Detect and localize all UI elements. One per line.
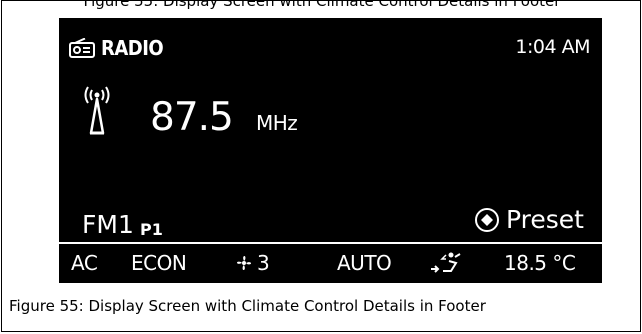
fan-icon bbox=[236, 255, 252, 271]
radio-display-screen: RADIO 1:04 AM 87.5 MHz FM1 P1 Preset AC bbox=[59, 18, 602, 283]
ac-indicator: AC bbox=[71, 251, 98, 275]
temperature-indicator: 18.5 °C bbox=[504, 251, 576, 275]
figure-frame: Figure 55: Display Screen with Climate C… bbox=[1, 0, 641, 332]
frequency-unit: MHz bbox=[256, 111, 298, 135]
source-label: RADIO bbox=[101, 36, 164, 60]
fan-speed-value: 3 bbox=[257, 251, 270, 275]
footer-divider bbox=[59, 242, 602, 244]
preset-number: P1 bbox=[140, 220, 163, 239]
econ-indicator: ECON bbox=[131, 251, 187, 275]
frequency-value: 87.5 bbox=[150, 95, 234, 140]
climate-footer: AC ECON 3 AUTO 18.5 °C bbox=[59, 250, 602, 276]
antenna-icon bbox=[84, 86, 110, 135]
radio-icon bbox=[69, 38, 95, 58]
screen-header-source: RADIO bbox=[69, 36, 164, 60]
preset-control: Preset bbox=[474, 205, 584, 234]
clock: 1:04 AM bbox=[515, 36, 590, 58]
fan-speed-indicator: 3 bbox=[234, 250, 270, 276]
top-cropped-line: Figure 55: Display Screen with Climate C… bbox=[83, 1, 561, 10]
airflow-icon bbox=[431, 252, 461, 273]
preset-label: Preset bbox=[506, 205, 584, 234]
band-label: FM1 bbox=[82, 210, 134, 239]
figure-caption: Figure 55: Display Screen with Climate C… bbox=[9, 297, 486, 315]
top-cropped-text: Figure 55: Display Screen with Climate C… bbox=[2, 1, 642, 19]
auto-indicator: AUTO bbox=[337, 251, 392, 275]
preset-knob-icon bbox=[475, 207, 500, 232]
